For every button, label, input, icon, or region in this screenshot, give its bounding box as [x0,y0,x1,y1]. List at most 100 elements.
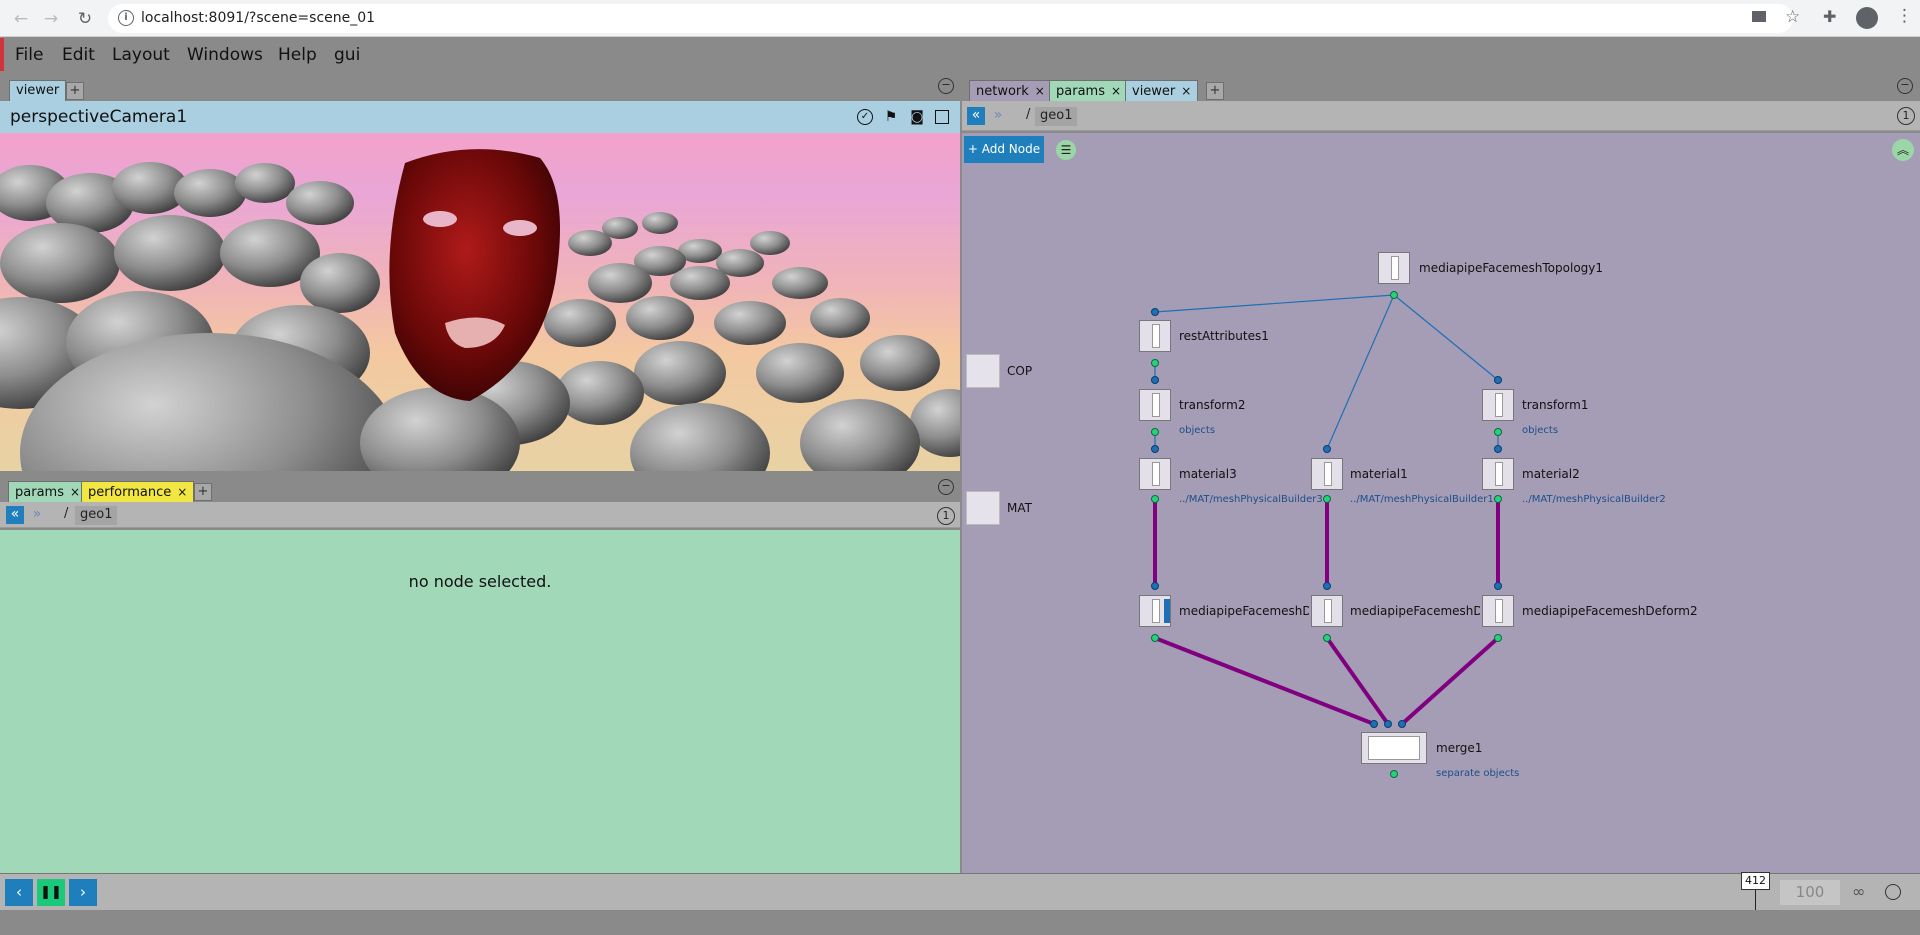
close-tab-icon[interactable]: × [177,485,187,499]
node-material3[interactable] [1139,458,1171,490]
menu-file[interactable]: File [15,45,43,65]
node-sublabel: objects [1522,425,1559,436]
3d-viewport[interactable] [0,133,960,471]
maximize-icon[interactable] [935,110,949,124]
back-button[interactable]: ← [8,6,34,32]
flag-icon[interactable]: ⚑ [883,109,899,125]
viewer-header: perspectiveCamera1 ✓ ⚑ ◙ [0,101,960,133]
prev-frame-button[interactable]: ‹ [5,879,33,906]
node-merge1[interactable] [1361,732,1427,764]
address-bar[interactable]: i localhost:8091/?scene=scene_01 [108,4,1793,33]
add-tab-button[interactable]: + [194,483,212,501]
path-index[interactable]: 1 [1897,107,1915,125]
node-label: mediapipeFacemeshDef [1179,604,1309,618]
tab-viewer[interactable]: viewer [9,80,67,102]
collapse-icon[interactable]: − [938,78,954,94]
node-label: merge1 [1436,741,1483,755]
playhead-line [1755,890,1756,910]
camera-icon[interactable] [1752,11,1766,22]
menu-help[interactable]: Help [278,45,317,65]
clock-icon[interactable] [1885,884,1901,900]
close-tab-icon[interactable]: × [70,485,80,499]
collapse-icon[interactable]: − [1897,78,1913,94]
info-icon[interactable]: i [118,10,134,26]
collapse-icon[interactable]: − [938,479,954,495]
extensions-icon[interactable]: ✚ [1823,7,1836,26]
node-material1[interactable] [1311,458,1343,490]
bottom-strip [0,910,1920,935]
menu-edit[interactable]: Edit [62,45,95,65]
tab-params[interactable]: params × [8,481,88,503]
node-material2[interactable] [1482,458,1514,490]
display-flag[interactable] [1164,599,1170,623]
node-label: mediapipeFacemeshDeform2 [1522,604,1698,618]
node-label: material1 [1350,467,1408,481]
tab-viewer[interactable]: viewer × [1125,80,1199,102]
tab-performance[interactable]: performance × [81,481,195,503]
list-icon[interactable]: ☰ [1056,140,1076,160]
node-transform2[interactable] [1139,389,1171,421]
menu-layout[interactable]: Layout [112,45,170,65]
url-text[interactable]: localhost:8091/?scene=scene_01 [141,10,375,26]
timeline-bar[interactable]: ‹ ❚❚ › 100 ∞ [0,873,1920,910]
node-label: material3 [1179,467,1237,481]
node-sublabel: ../MAT/meshPhysicalBuilder1 [1350,494,1494,505]
node-sublabel: objects [1179,425,1216,436]
node-sublabel: separate objects [1436,768,1520,779]
viewer-tabbar: viewer + − [0,74,960,102]
node-rest-attributes[interactable] [1139,320,1171,352]
navigate-forward-icon[interactable]: » [989,107,1007,125]
node-mediapipe-deform2[interactable] [1482,595,1514,627]
node-label: transform2 [1179,398,1246,412]
collapse-up-icon[interactable]: ︽ [1892,139,1914,161]
navigate-forward-icon[interactable]: » [28,506,46,524]
loop-icon[interactable]: ∞ [1852,882,1865,901]
more-menu-icon[interactable]: ⋮ [1896,6,1913,26]
current-frame-marker[interactable]: 412 [1741,872,1770,890]
add-tab-button[interactable]: + [66,82,84,100]
tab-network[interactable]: network × [969,80,1052,102]
node-sublabel: ../MAT/meshPhysicalBuilder2 [1522,494,1666,505]
next-frame-button[interactable]: › [69,879,97,906]
path-root[interactable]: / [1026,107,1030,122]
end-frame-field[interactable]: 100 [1780,880,1840,905]
check-icon[interactable]: ✓ [857,109,873,125]
path-segment[interactable]: geo1 [75,506,118,525]
menu-windows[interactable]: Windows [187,45,263,65]
add-tab-button[interactable]: + [1206,82,1224,100]
node-mediapipe-deform3[interactable] [1139,595,1171,627]
reload-button[interactable]: ↻ [72,6,98,32]
context-mat-label[interactable]: MAT [1007,501,1032,515]
close-tab-icon[interactable]: × [1111,84,1121,98]
navigate-back-icon[interactable]: « [6,506,24,524]
node-transform1[interactable] [1482,389,1514,421]
path-segment[interactable]: geo1 [1035,107,1078,126]
snapshot-camera-icon[interactable]: ◙ [909,109,925,125]
profile-icon[interactable] [1856,7,1878,29]
context-cop-box[interactable] [966,354,1000,388]
node-label: mediapipeFacemeshDef [1350,604,1480,618]
forward-button[interactable]: → [38,6,64,32]
context-mat-box[interactable] [966,491,1000,525]
star-icon[interactable]: ☆ [1785,7,1800,27]
path-index[interactable]: 1 [937,507,955,525]
close-tab-icon[interactable]: × [1035,84,1045,98]
node-mediapipe-topology[interactable] [1378,252,1410,284]
params-panel: no node selected. [0,530,960,873]
node-label: restAttributes1 [1179,329,1269,343]
context-cop-label[interactable]: COP [1007,364,1032,378]
camera-title[interactable]: perspectiveCamera1 [10,107,187,127]
tab-label: performance [88,485,172,500]
path-root[interactable]: / [64,506,68,521]
menu-gui[interactable]: gui [334,45,360,65]
add-node-button[interactable]: + Add Node [964,136,1044,163]
close-tab-icon[interactable]: × [1181,84,1191,98]
empty-state-text: no node selected. [408,572,552,591]
node-label: material2 [1522,467,1580,481]
params-tabbar: params × performance × + − [0,475,960,503]
node-mediapipe-deform1[interactable] [1311,595,1343,627]
tab-params[interactable]: params × [1049,80,1129,102]
timeline-track[interactable] [103,874,1758,910]
navigate-back-icon[interactable]: « [967,107,985,125]
pause-button[interactable]: ❚❚ [37,879,65,906]
